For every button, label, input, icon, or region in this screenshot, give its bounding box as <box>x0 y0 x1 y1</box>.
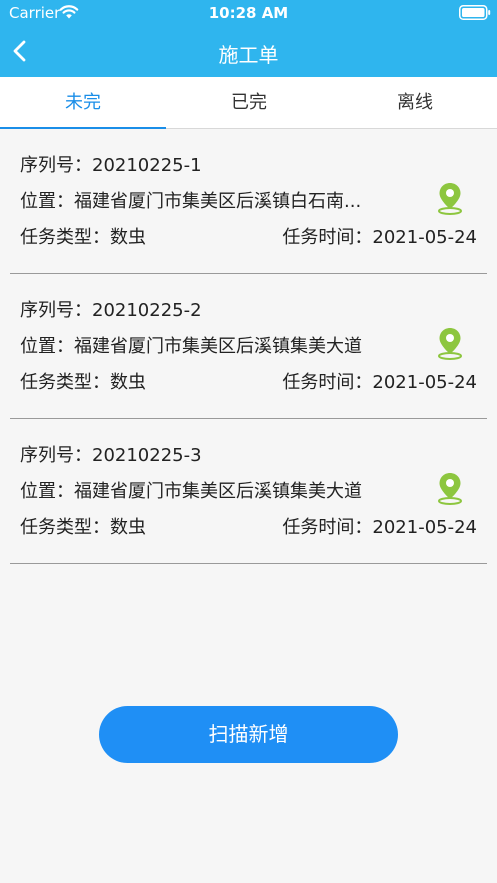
tab-bar: 未完 已完 离线 <box>0 77 497 129</box>
location-text: 位置：福建省厦门市集美区后溪镇集美大道 <box>20 336 362 357</box>
serial-number: 序列号：20210225-3 <box>20 445 202 466</box>
status-time: 10:28 AM <box>208 4 289 22</box>
battery-icon <box>459 5 491 20</box>
tab-offline[interactable]: 离线 <box>332 77 497 129</box>
location-pin-icon[interactable] <box>436 326 464 360</box>
page-title: 施工单 <box>218 43 279 67</box>
task-type: 任务类型：数虫 <box>20 372 146 393</box>
task-type: 任务类型：数虫 <box>20 227 146 248</box>
top-bar: Carrier 10:28 AM 施工单 <box>0 0 497 77</box>
order-card[interactable]: 序列号：20210225-3 位置：福建省厦门市集美区后溪镇集美大道 任务类型：… <box>10 419 487 564</box>
tab-unfinished[interactable]: 未完 <box>0 77 166 129</box>
location-pin-icon[interactable] <box>436 181 464 215</box>
task-time: 任务时间：2021-05-24 <box>282 372 477 393</box>
serial-number: 序列号：20210225-2 <box>20 300 202 321</box>
location-text: 位置：福建省厦门市集美区后溪镇白石南... <box>20 191 362 212</box>
location-text: 位置：福建省厦门市集美区后溪镇集美大道 <box>20 481 362 502</box>
order-card[interactable]: 序列号：20210225-2 位置：福建省厦门市集美区后溪镇集美大道 任务类型：… <box>10 274 487 419</box>
scan-add-button[interactable]: 扫描新增 <box>99 706 398 763</box>
status-bar: Carrier 10:28 AM <box>0 0 497 26</box>
order-card[interactable]: 序列号：20210225-1 位置：福建省厦门市集美区后溪镇白石南... 任务类… <box>10 129 487 274</box>
serial-number: 序列号：20210225-1 <box>20 155 202 176</box>
task-time: 任务时间：2021-05-24 <box>282 517 477 538</box>
task-type: 任务类型：数虫 <box>20 517 146 538</box>
location-pin-icon[interactable] <box>436 471 464 505</box>
tab-finished[interactable]: 已完 <box>166 77 332 129</box>
task-time: 任务时间：2021-05-24 <box>282 227 477 248</box>
